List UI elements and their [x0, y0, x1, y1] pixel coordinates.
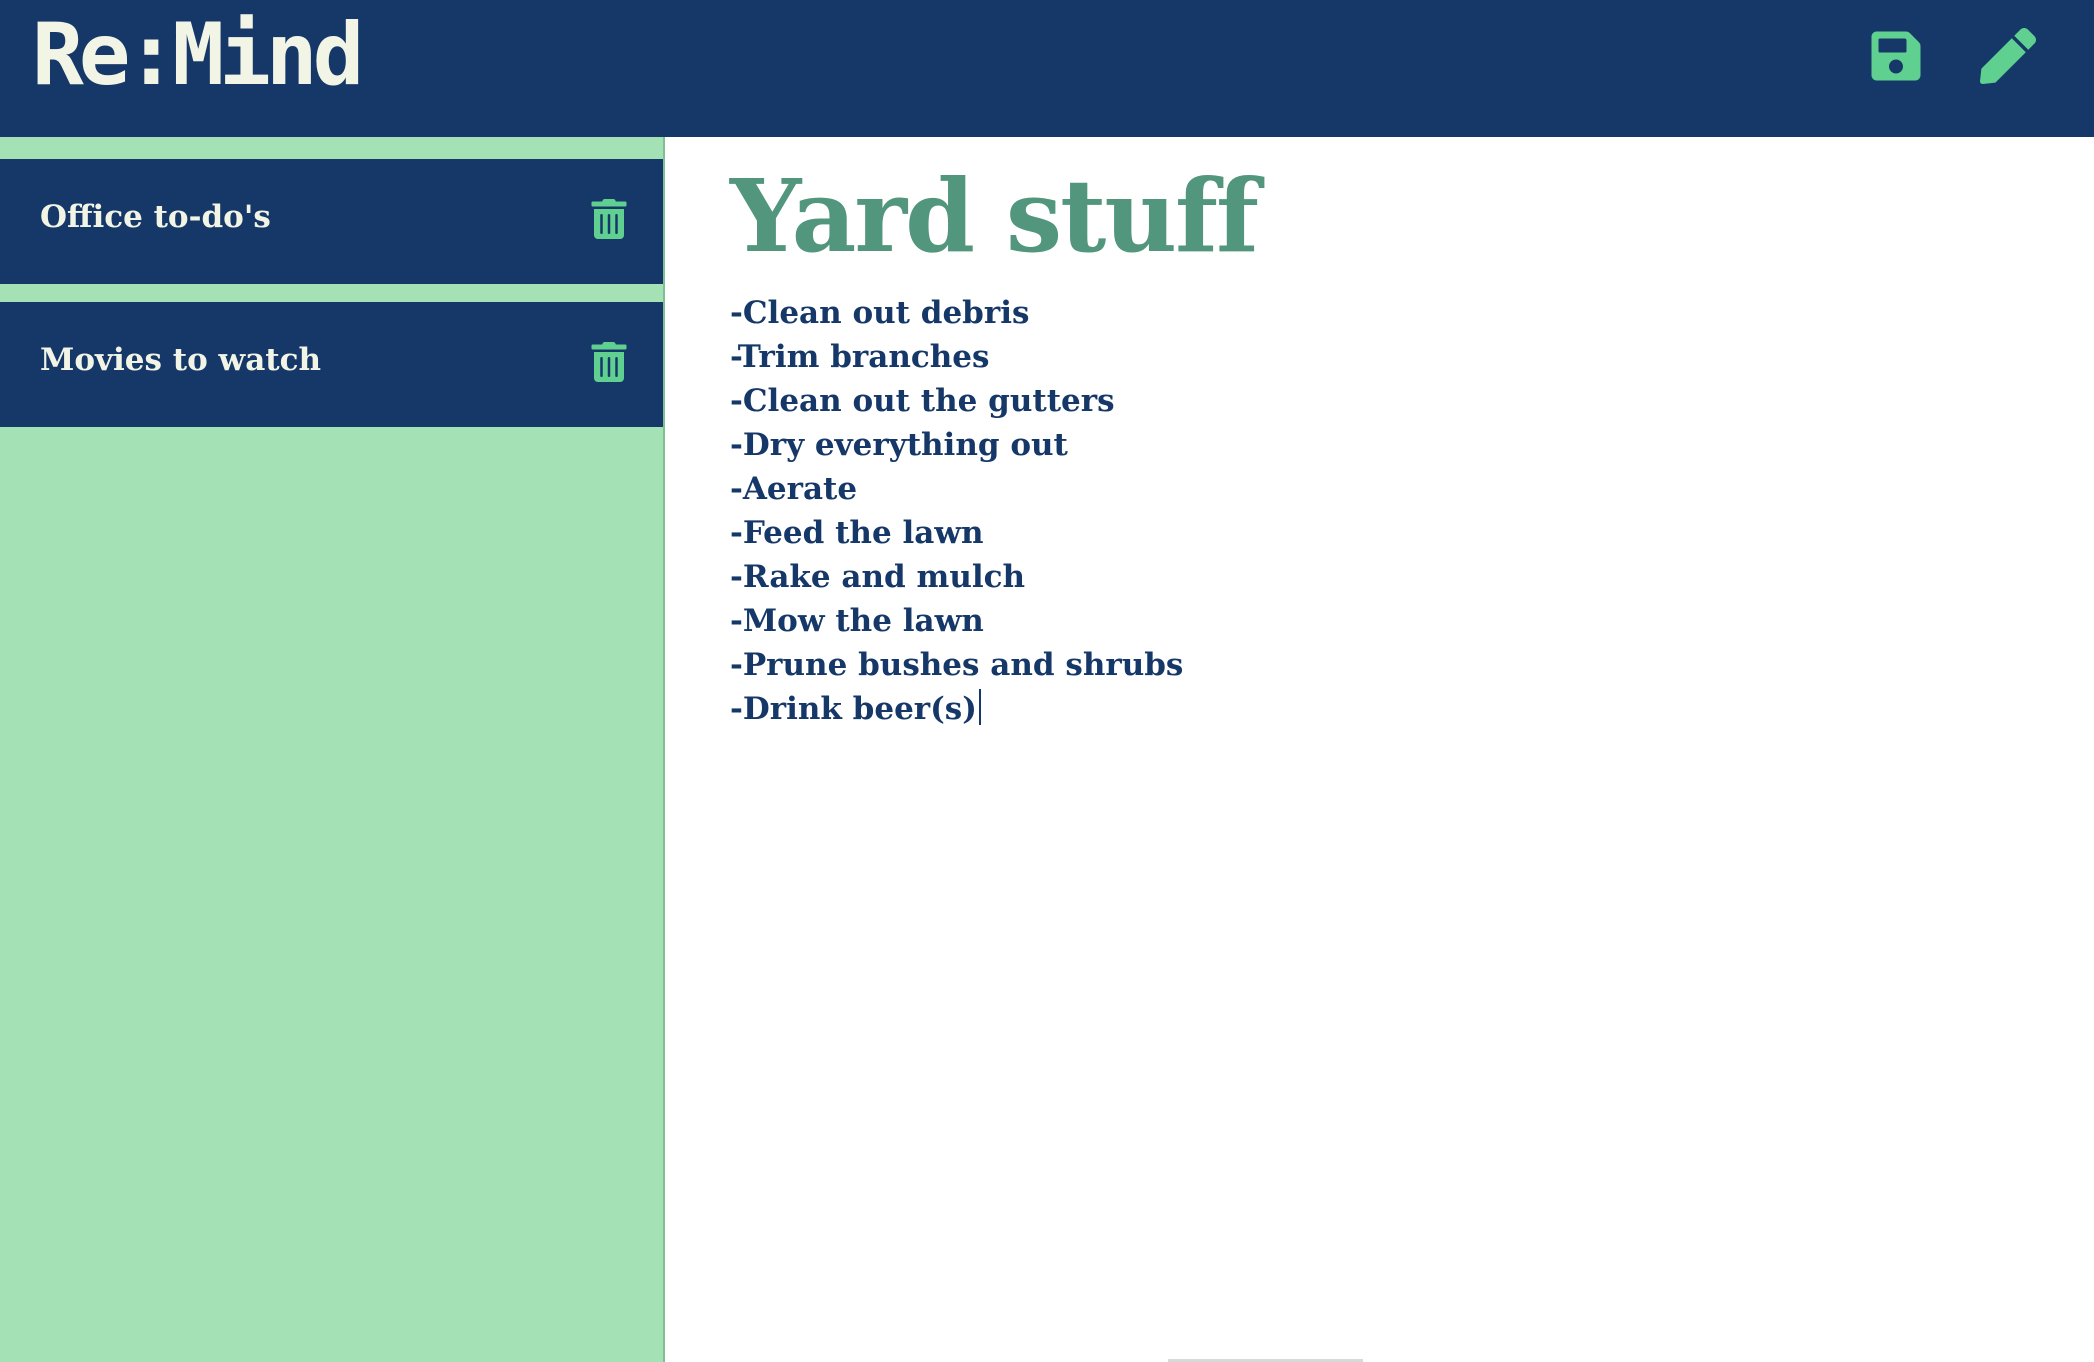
trash-icon	[591, 198, 627, 239]
note-line: -Feed the lawn	[730, 515, 984, 551]
pencil-icon	[1979, 27, 2036, 84]
save-icon	[1871, 31, 1921, 81]
note-line: -Mow the lawn	[730, 603, 984, 639]
delete-note-button[interactable]	[591, 198, 627, 239]
note-line: -Aerate	[730, 471, 858, 507]
note-text-area[interactable]: -Clean out debris -Trim branches -Clean …	[730, 291, 1930, 731]
note-list-sidebar: Office to-do's Movies to watch	[0, 137, 665, 1362]
note-list-item-title: Movies to watch	[40, 342, 322, 378]
navbar: Re:Mind	[0, 0, 2094, 137]
save-button[interactable]	[1868, 28, 1924, 84]
note-list-item-title: Office to-do's	[40, 199, 271, 235]
note-list-item[interactable]: Movies to watch	[0, 302, 663, 427]
delete-note-button[interactable]	[591, 341, 627, 382]
note-list-item[interactable]: Office to-do's	[0, 159, 663, 284]
note-line: -Clean out the gutters	[730, 383, 1115, 419]
note-line: -Clean out debris	[730, 295, 1030, 331]
trash-icon	[591, 341, 627, 382]
note-editor: Yard stuff -Clean out debris -Trim branc…	[667, 137, 2094, 1362]
note-line: -Rake and mulch	[730, 559, 1026, 595]
note-line: -Prune bushes and shrubs	[730, 647, 1184, 683]
note-line: -Trim branches	[730, 339, 990, 375]
note-line-last: -Drink beer(s)	[730, 687, 1930, 731]
note-title-input[interactable]: Yard stuff	[730, 157, 1259, 275]
app-logo[interactable]: Re:Mind	[32, 10, 364, 100]
note-line: -Drink beer(s)	[730, 691, 977, 727]
text-cursor	[978, 689, 981, 725]
note-line: -Dry everything out	[730, 427, 1068, 463]
edit-button[interactable]	[1979, 27, 2036, 84]
